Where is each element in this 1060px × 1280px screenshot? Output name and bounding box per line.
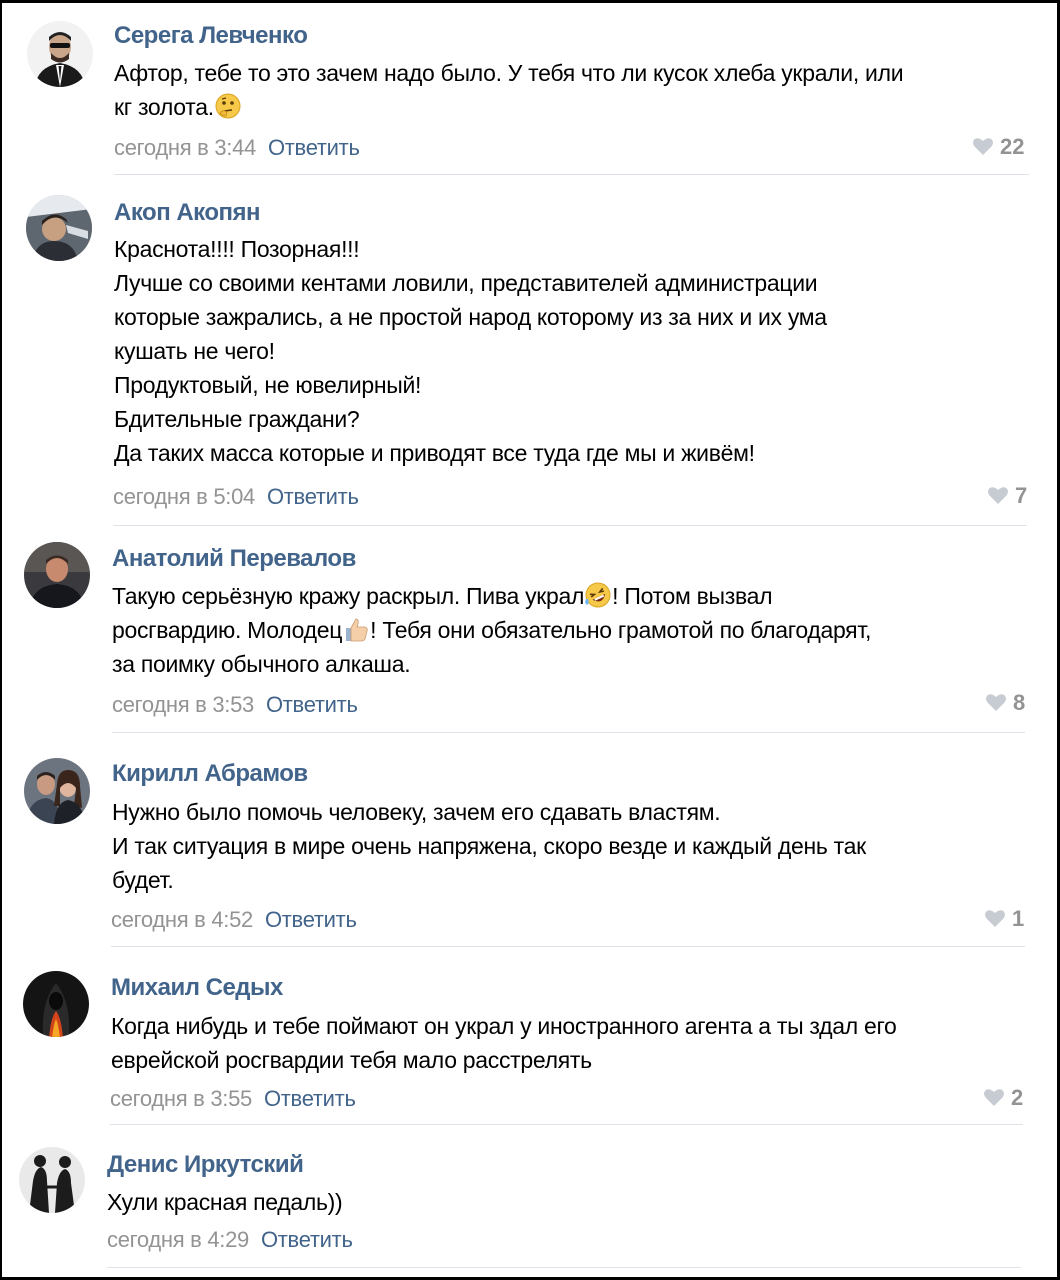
- like-button[interactable]: 2: [983, 1084, 1023, 1112]
- comment-text-line: Продуктовый, не ювелирный!: [114, 372, 422, 398]
- comment-timestamp: сегодня в 5:04: [113, 484, 255, 509]
- comment-text: Хули красная педаль)): [107, 1185, 343, 1219]
- reply-button[interactable]: Ответить: [264, 1086, 356, 1111]
- comment-meta: сегодня в 3:55 Ответить: [110, 1085, 356, 1113]
- comment-text-line: Хули красная педаль)): [107, 1189, 343, 1215]
- comment-text-line: за поимку обычного алкаша.: [112, 651, 411, 677]
- comment-timestamp: сегодня в 4:52: [111, 907, 253, 932]
- comment-text-line: Такую серьёзную кражу раскрыл. Пива укра…: [112, 579, 871, 613]
- comment-text-line: Краснота!!!! Позорная!!!: [114, 236, 360, 262]
- comment-text-line: которые зажрались, а не простой народ ко…: [114, 304, 827, 330]
- comment-text-line: росгвардию. Молодец ! Тебя они обязательн…: [112, 613, 871, 647]
- comment-meta: сегодня в 5:04 Ответить: [113, 483, 359, 511]
- comment-text: Нужно было помочь человеку, зачем его сд…: [112, 795, 866, 897]
- comment-meta: сегодня в 4:29 Ответить: [107, 1226, 353, 1254]
- comment-text-fragment: кг золота.: [114, 94, 214, 120]
- comment-divider: [111, 946, 1025, 947]
- comment-text-line: кг золота.: [114, 90, 903, 124]
- comment-author[interactable]: Акоп Акопян: [114, 199, 261, 227]
- comment-author[interactable]: Анатолий Перевалов: [112, 545, 356, 573]
- like-button[interactable]: 22: [972, 133, 1024, 161]
- like-button[interactable]: 1: [984, 905, 1024, 933]
- hooded-figure-fire-avatar[interactable]: [23, 971, 89, 1037]
- comment-text: Краснота!!!! Позорная!!! Лучше со своими…: [114, 232, 827, 470]
- comment-text: Такую серьёзную кражу раскрыл. Пива укра…: [112, 579, 871, 681]
- comment-text-line: Афтор, тебе то это зачем надо было. У те…: [114, 60, 904, 86]
- comment-author[interactable]: Кирилл Абрамов: [112, 760, 308, 788]
- comment-text-fragment: ! Тебя они обязательно грамотой по благо…: [370, 617, 872, 643]
- comment-text-line: кушать не чего!: [114, 338, 275, 364]
- heart-icon: [973, 138, 993, 155]
- comment-text-line: Бдительные граждани?: [114, 406, 360, 432]
- comment-timestamp: сегодня в 3:53: [112, 692, 254, 717]
- comments-feed: Серега Левченко Афтор, тебе то это зачем…: [2, 3, 1057, 1277]
- heart-icon: [985, 910, 1005, 927]
- rolling-laughing-emoji: [584, 581, 612, 609]
- heart-icon: [984, 1089, 1004, 1106]
- comment-text: Афтор, тебе то это зачем надо было. У те…: [114, 56, 904, 124]
- comment-meta: сегодня в 4:52 Ответить: [111, 906, 357, 934]
- reply-button[interactable]: Ответить: [267, 484, 359, 509]
- thumbs-up-emoji: [342, 615, 370, 643]
- comment-timestamp: сегодня в 3:44: [114, 135, 256, 160]
- comment-text-line: Когда нибудь и тебе поймают он украл у и…: [111, 1013, 897, 1039]
- like-count: 8: [1013, 690, 1026, 715]
- couple-photo-avatar[interactable]: [24, 758, 90, 824]
- like-count: 2: [1011, 1085, 1024, 1110]
- comment-divider: [110, 1124, 1023, 1125]
- like-count: 22: [1000, 134, 1025, 159]
- like-count: 7: [1015, 483, 1028, 508]
- comment-divider: [114, 174, 1029, 175]
- man-in-suit-sunglasses-avatar[interactable]: [27, 21, 93, 87]
- comment-text-line: Нужно было помочь человеку, зачем его сд…: [112, 799, 721, 825]
- silhouettes-avatar[interactable]: [19, 1147, 85, 1213]
- comment-text-fragment: росгвардию. Молодец: [112, 617, 343, 643]
- comment-divider: [112, 732, 1025, 733]
- comment-text: Когда нибудь и тебе поймают он украл у и…: [111, 1009, 897, 1077]
- comment-text-line: И так ситуация в мире очень напряжена, с…: [112, 833, 866, 859]
- like-button[interactable]: 8: [985, 689, 1025, 717]
- man-in-car-avatar[interactable]: [26, 195, 92, 261]
- reply-button[interactable]: Ответить: [268, 135, 360, 160]
- comment-author[interactable]: Михаил Седых: [111, 974, 283, 1002]
- reply-button[interactable]: Ответить: [261, 1227, 353, 1252]
- comment-author[interactable]: Серега Левченко: [114, 22, 308, 50]
- like-button[interactable]: 7: [987, 482, 1027, 510]
- comment-text-line: Да таких масса которые и приводят все ту…: [114, 440, 755, 466]
- comment-divider: [113, 525, 1027, 526]
- heart-icon: [988, 487, 1008, 504]
- comment-meta: сегодня в 3:53 Ответить: [112, 691, 358, 719]
- comment-text-line: Лучше со своими кентами ловили, представ…: [114, 270, 818, 296]
- comment-meta: сегодня в 3:44 Ответить: [114, 134, 360, 162]
- comment-text-line: еврейской росгвардии тебя мало расстреля…: [111, 1047, 592, 1073]
- comment-text-fragment: Такую серьёзную кражу раскрыл. Пива укра…: [112, 583, 585, 609]
- comment-timestamp: сегодня в 4:29: [107, 1227, 249, 1252]
- reply-button[interactable]: Ответить: [266, 692, 358, 717]
- comment-author[interactable]: Денис Иркутский: [107, 1151, 304, 1179]
- reply-button[interactable]: Ответить: [265, 907, 357, 932]
- comment-timestamp: сегодня в 3:55: [110, 1086, 252, 1111]
- like-count: 1: [1012, 906, 1025, 931]
- thinking-face-emoji: [214, 92, 242, 120]
- comment-divider: [107, 1267, 1021, 1268]
- comment-text-line: будет.: [112, 867, 174, 893]
- comment-text-fragment: ! Потом вызвал: [612, 583, 773, 609]
- man-portrait-avatar[interactable]: [24, 542, 90, 608]
- heart-icon: [986, 694, 1006, 711]
